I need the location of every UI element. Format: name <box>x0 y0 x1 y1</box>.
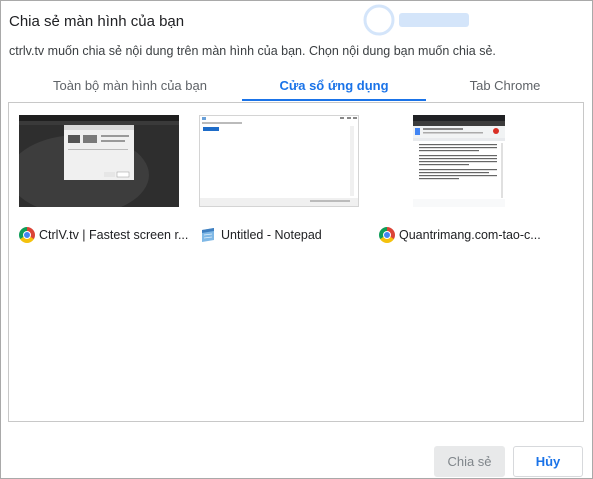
watermark-logo <box>363 4 469 36</box>
window-thumbnail <box>19 115 179 207</box>
cancel-button[interactable]: Hủy <box>513 446 583 477</box>
dialog-subtitle: ctrlv.tv muốn chia sẻ nội dung trên màn … <box>9 44 496 58</box>
window-title: CtrlV.tv | Fastest screen r... <box>39 228 189 242</box>
window-title: Untitled - Notepad <box>221 228 322 242</box>
window-list: CtrlV.tv | Fastest screen r... Untitled … <box>8 102 584 422</box>
chrome-icon <box>379 227 395 243</box>
window-card-ctrlv[interactable]: CtrlV.tv | Fastest screen r... <box>19 115 189 243</box>
window-card-quantrimang[interactable]: Quantrimang.com-tao-c... <box>379 115 549 243</box>
window-title: Quantrimang.com-tao-c... <box>399 228 541 242</box>
share-screen-dialog: Chia sẻ màn hình của bạn ctrlv.tv muốn c… <box>0 0 593 479</box>
share-button[interactable]: Chia sẻ <box>434 446 505 477</box>
tab-chrome-tab[interactable]: Tab Chrome <box>443 73 567 101</box>
chrome-icon <box>19 227 35 243</box>
window-thumbnail <box>199 115 359 207</box>
source-tabs: Toàn bộ màn hình của bạn Cửa sổ ứng dụng… <box>1 73 592 101</box>
window-thumbnail <box>379 115 539 207</box>
tab-entire-screen[interactable]: Toàn bộ màn hình của bạn <box>35 73 225 101</box>
tab-application-window[interactable]: Cửa sổ ứng dụng <box>242 73 426 101</box>
notepad-icon <box>199 227 217 243</box>
window-card-notepad[interactable]: Untitled - Notepad <box>199 115 369 242</box>
dialog-title: Chia sẻ màn hình của bạn <box>9 13 185 30</box>
